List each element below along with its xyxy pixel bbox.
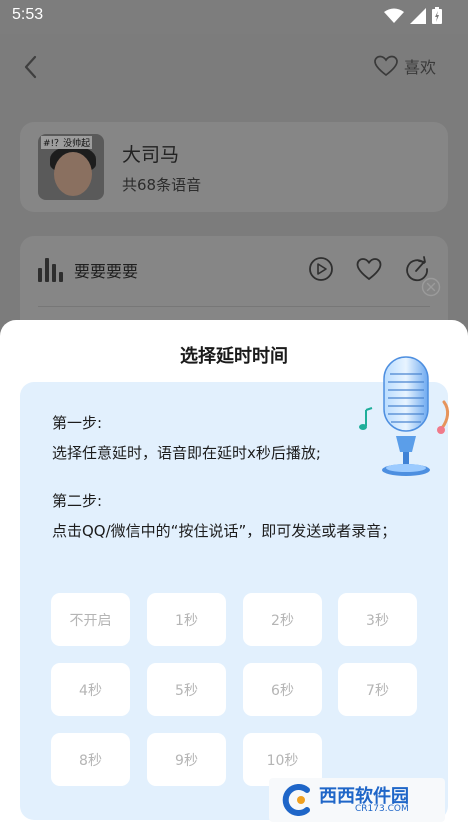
close-icon[interactable] [421, 277, 441, 297]
delay-option-5s[interactable]: 5秒 [147, 663, 226, 716]
voice-title: 要要要要 [74, 262, 139, 281]
delay-options-grid: 不开启 1秒 2秒 3秒 4秒 5秒 6秒 7秒 8秒 9秒 10秒 [51, 593, 419, 786]
voice-count: 共68条语音 [122, 176, 202, 194]
delay-option-off[interactable]: 不开启 [51, 593, 130, 646]
step1-text: 选择任意延时，语音即在延时x秒后播放; [52, 444, 321, 462]
delay-option-9s[interactable]: 9秒 [147, 733, 226, 786]
signal-icon [410, 7, 426, 24]
delay-option-4s[interactable]: 4秒 [51, 663, 130, 716]
step1-label: 第一步: [52, 414, 103, 432]
watermark-site: CR173.COM [355, 804, 409, 814]
like-button[interactable]: 喜欢 [374, 54, 436, 78]
wifi-icon [384, 8, 404, 23]
delay-option-2s[interactable]: 2秒 [243, 593, 322, 646]
user-card[interactable]: #!？没帅起 大司马 共68条语音 [20, 122, 448, 212]
brand-logo-icon [282, 784, 310, 816]
delay-option-3s[interactable]: 3秒 [338, 593, 417, 646]
delay-option-6s[interactable]: 6秒 [243, 663, 322, 716]
status-time: 5:53 [12, 6, 44, 23]
instruction-panel: 第一步: 选择任意延时，语音即在延时x秒后播放; 第二步: 点击QQ/微信中的“… [20, 356, 450, 820]
battery-icon [432, 7, 442, 24]
top-navbar: 喜欢 [0, 34, 468, 100]
step2-text: 点击QQ/微信中的“按住说话”，即可发送或者录音； [52, 522, 397, 540]
avatar: #!？没帅起 [38, 134, 104, 200]
divider [38, 306, 430, 307]
user-name: 大司马 [122, 144, 180, 166]
status-bar: 5:53 [0, 0, 468, 34]
watermark-logo: 西西软件园 CR173.COM [269, 778, 445, 822]
like-label: 喜欢 [403, 58, 436, 77]
heart-icon [374, 55, 398, 77]
delay-option-1s[interactable]: 1秒 [147, 593, 226, 646]
delay-time-sheet: 选择延时时间 第一步: 选择任意延时，语音即在延时x秒后播放; 第二步: 点击Q… [0, 320, 468, 832]
back-arrow-icon[interactable] [18, 54, 44, 80]
status-icons [384, 7, 442, 24]
favorite-heart-icon[interactable] [356, 256, 382, 282]
delay-option-7s[interactable]: 7秒 [338, 663, 417, 716]
delay-option-8s[interactable]: 8秒 [51, 733, 130, 786]
play-icon[interactable] [308, 256, 334, 282]
step2-label: 第二步: [52, 492, 103, 510]
voice-actions [308, 256, 430, 282]
sound-wave-icon [38, 258, 63, 282]
avatar-face [54, 152, 92, 196]
avatar-caption: #!？没帅起 [41, 136, 93, 149]
